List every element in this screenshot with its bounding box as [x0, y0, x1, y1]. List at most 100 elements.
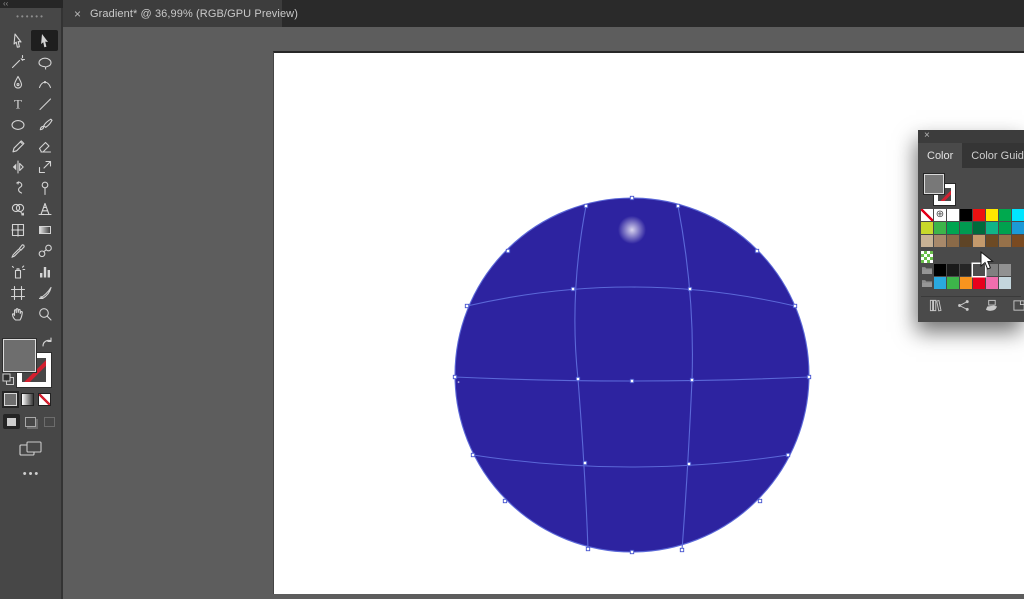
selection-tool[interactable] [4, 30, 31, 51]
swatch-registration[interactable]: ⊕ [934, 209, 946, 221]
swatch-color[interactable] [1012, 222, 1024, 234]
swatch-color[interactable] [973, 235, 985, 247]
edit-toolbar-button[interactable]: ••• [0, 468, 63, 480]
panel-close-icon[interactable]: × [924, 130, 930, 141]
canvas[interactable] [65, 27, 1024, 599]
ellipse-tool[interactable] [4, 114, 31, 135]
symbol-sprayer-tool[interactable] [4, 261, 31, 282]
swatch-color[interactable] [999, 264, 1011, 276]
tab-color[interactable]: Color [918, 143, 962, 168]
default-fill-stroke-icon[interactable] [2, 373, 15, 386]
blend-tool[interactable] [31, 240, 58, 261]
pen-tool[interactable] [4, 72, 31, 93]
mesh-anchor-point[interactable] [630, 550, 633, 553]
width-tool-tool[interactable] [4, 177, 31, 198]
none-button[interactable] [38, 393, 51, 406]
swatch-color[interactable] [960, 264, 972, 276]
mesh-anchor-point[interactable] [506, 249, 509, 252]
swatch-color[interactable] [947, 209, 959, 221]
mesh-anchor-point[interactable] [503, 499, 506, 502]
mesh-anchor-point[interactable] [630, 379, 633, 382]
panel-fill[interactable] [924, 174, 944, 194]
zoom-tool[interactable] [31, 303, 58, 324]
swatch-libraries-icon[interactable] [928, 299, 943, 317]
column-graph-tool[interactable] [31, 261, 58, 282]
swatch-color[interactable] [947, 222, 959, 234]
tab-color-guide[interactable]: Color Guide [962, 143, 1024, 168]
swatch-color[interactable] [960, 209, 972, 221]
mesh-anchor-point[interactable] [786, 453, 789, 456]
swatch-color[interactable] [1012, 235, 1024, 247]
mesh-anchor-point[interactable] [680, 548, 683, 551]
draw-normal-button[interactable] [3, 414, 20, 429]
lasso-tool[interactable] [31, 51, 58, 72]
swatch-color[interactable] [934, 235, 946, 247]
mesh-anchor-point[interactable] [453, 375, 456, 378]
swatch-kinds-icon[interactable] [956, 299, 971, 317]
mesh-anchor-point[interactable] [465, 304, 468, 307]
mesh-anchor-point[interactable] [471, 453, 474, 456]
add-swatch-icon[interactable] [984, 299, 999, 317]
artboard-tool[interactable] [4, 282, 31, 303]
swatch-color[interactable] [973, 277, 985, 289]
toolbar-grip[interactable]: •••••• [0, 13, 61, 21]
fill-indicator[interactable] [3, 339, 36, 372]
swatch-color[interactable] [986, 277, 998, 289]
paintbrush-tool[interactable] [31, 114, 58, 135]
swatch-color[interactable] [960, 222, 972, 234]
color-group-folder-icon[interactable] [921, 277, 933, 289]
screen-mode-icon[interactable] [18, 440, 44, 458]
reflect-tool[interactable] [4, 156, 31, 177]
slice-tool[interactable] [31, 282, 58, 303]
mesh-anchor-point[interactable] [687, 462, 690, 465]
swatch-color[interactable] [973, 209, 985, 221]
mesh-anchor-point[interactable] [571, 287, 574, 290]
swatch-color[interactable] [960, 235, 972, 247]
color-group-folder-icon[interactable] [921, 264, 933, 276]
type-tool[interactable]: T [4, 93, 31, 114]
toolbar-collapse[interactable]: ‹‹ [0, 0, 63, 8]
swatch-color[interactable] [999, 277, 1011, 289]
document-tab[interactable]: × Gradient* @ 36,99% (RGB/GPU Preview) [63, 0, 282, 27]
mesh-anchor-point[interactable] [676, 204, 679, 207]
perspective-grid-tool[interactable] [31, 198, 58, 219]
swatch-none[interactable] [921, 209, 933, 221]
puppet-warp-tool[interactable] [31, 177, 58, 198]
hand-tool[interactable] [4, 303, 31, 324]
scale-tool[interactable] [31, 156, 58, 177]
swatch-color[interactable] [947, 264, 959, 276]
swatch-color[interactable] [986, 209, 998, 221]
gradient-button[interactable] [21, 393, 34, 406]
swatch-color[interactable] [973, 222, 985, 234]
gradient-tool[interactable] [31, 219, 58, 240]
pencil-tool[interactable] [4, 135, 31, 156]
mesh-anchor-point[interactable] [793, 304, 796, 307]
eyedropper-tool[interactable] [4, 240, 31, 261]
new-swatch-icon[interactable] [1012, 299, 1024, 317]
line-segment-tool[interactable] [31, 93, 58, 114]
direct-selection-tool[interactable] [31, 30, 58, 51]
mesh-anchor-point[interactable] [807, 375, 810, 378]
mesh-anchor-point[interactable] [586, 547, 589, 550]
swatch-color[interactable] [999, 222, 1011, 234]
swap-fill-stroke-icon[interactable] [41, 337, 54, 350]
mesh-anchor-point[interactable] [583, 461, 586, 464]
swatch-color[interactable] [960, 277, 972, 289]
swatch-color[interactable] [921, 222, 933, 234]
draw-behind-button[interactable] [22, 414, 39, 429]
swatch-color[interactable] [999, 235, 1011, 247]
swatch-color[interactable] [934, 277, 946, 289]
swatch-color[interactable] [1012, 209, 1024, 221]
mesh-anchor-point[interactable] [690, 378, 693, 381]
swatch-color[interactable] [947, 277, 959, 289]
shape-builder-tool[interactable] [4, 198, 31, 219]
swatch-color[interactable] [986, 222, 998, 234]
draw-inside-button[interactable] [41, 414, 58, 429]
mesh-anchor-point[interactable] [630, 196, 633, 199]
swatch-color[interactable] [947, 235, 959, 247]
swatch-color[interactable] [986, 235, 998, 247]
mesh-anchor-point[interactable] [688, 287, 691, 290]
mesh-anchor-point[interactable] [584, 204, 587, 207]
magic-wand-tool[interactable] [4, 51, 31, 72]
swatch-pattern[interactable] [921, 251, 933, 263]
